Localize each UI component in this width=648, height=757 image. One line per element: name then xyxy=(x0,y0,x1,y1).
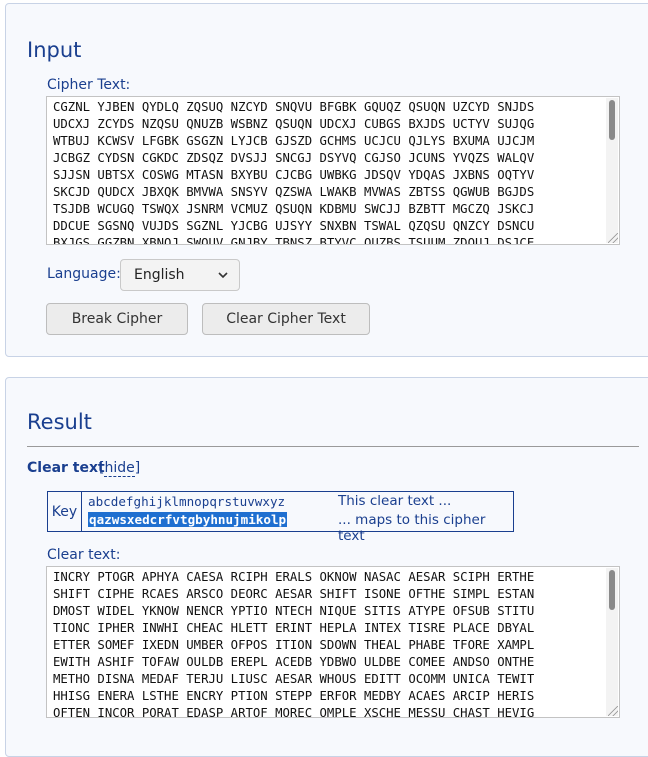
language-select[interactable]: English xyxy=(120,259,240,291)
chevron-down-icon xyxy=(218,272,228,279)
resize-handle-icon[interactable] xyxy=(608,233,618,243)
cipher-text-label: Cipher Text: xyxy=(47,77,131,93)
language-value: English xyxy=(134,267,185,283)
clear-text-content[interactable]: INCRY PTOGR APHYA CAESA RCIPH ERALS OKNO… xyxy=(47,567,619,717)
cipher-text-content[interactable]: CGZNL YJBEN QYDLQ ZQSUQ NZCYD SNQVU BFGB… xyxy=(47,97,619,244)
cipher-alphabet-note: ... maps to this cipher text xyxy=(338,512,486,544)
cipher-scrollbar[interactable] xyxy=(606,98,618,243)
clear-scroll-thumb[interactable] xyxy=(609,570,615,610)
hide-link[interactable]: [hide] xyxy=(99,460,140,477)
break-cipher-button[interactable]: Break Cipher xyxy=(46,303,188,335)
clear-text-output[interactable]: INCRY PTOGR APHYA CAESA RCIPH ERALS OKNO… xyxy=(46,566,620,718)
hide-link-text[interactable]: hide xyxy=(104,460,135,477)
cipher-alphabet: qazwsxedcrfvtgbyhnujmikolp xyxy=(88,512,288,527)
plain-alphabet-note: This clear text ... xyxy=(338,493,452,509)
key-table: Key abcdefghijklmnopqrstuvwxyz qazwsxedc… xyxy=(47,491,514,544)
result-panel: Result Clear text [hide] Key abcdefghijk… xyxy=(5,377,648,757)
resize-handle-icon[interactable] xyxy=(608,706,618,716)
input-panel: Input Cipher Text: CGZNL YJBEN QYDLQ ZQS… xyxy=(5,3,648,357)
clear-text-heading: Clear text xyxy=(27,460,105,476)
plain-alphabet: abcdefghijklmnopqrstuvwxyz xyxy=(88,494,286,509)
input-title: Input xyxy=(27,38,82,62)
clear-scrollbar[interactable] xyxy=(606,568,618,716)
clear-cipher-text-button[interactable]: Clear Cipher Text xyxy=(202,303,370,335)
clear-text-label: Clear text: xyxy=(47,547,121,563)
result-divider xyxy=(27,446,639,447)
cipher-text-input[interactable]: CGZNL YJBEN QYDLQ ZQSUQ NZCYD SNQVU BFGB… xyxy=(46,96,620,245)
language-label: Language: xyxy=(47,266,121,282)
result-title: Result xyxy=(27,410,92,434)
key-label: Key xyxy=(48,492,82,531)
cipher-scroll-thumb[interactable] xyxy=(609,100,615,140)
